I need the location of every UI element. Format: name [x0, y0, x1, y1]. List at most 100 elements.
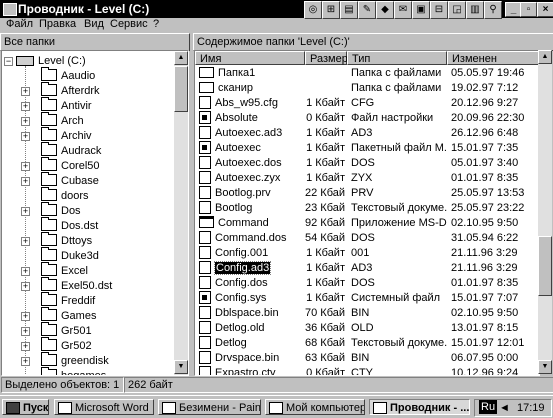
tree-item-label: Freddif: [61, 295, 96, 307]
folder-icon: [41, 322, 57, 337]
toolbar-icon-8[interactable]: ⊟: [430, 1, 448, 19]
file-row[interactable]: Autoexec 1 Кбайт Пакетный файл М... 15.01.9…: [195, 141, 539, 156]
taskbar-button-explorer[interactable]: Проводник - ...: [369, 399, 470, 415]
toolbar-icon-7[interactable]: ▣: [412, 1, 430, 19]
file-type: BIN: [351, 307, 370, 319]
tree-item-label: Afterdrk: [61, 85, 100, 97]
scrollbar-thumb[interactable]: [538, 236, 552, 296]
expand-toggle[interactable]: +: [21, 177, 30, 186]
expand-toggle[interactable]: +: [21, 327, 30, 336]
file-row[interactable]: сканир Папка с файлами 19.02.97 7:12: [195, 81, 539, 96]
tree-item[interactable]: Dos.dst: [41, 217, 98, 234]
tree-item[interactable]: + Cubase: [21, 172, 99, 189]
tree-root-drive[interactable]: − Level (C:): [4, 54, 86, 69]
file-row[interactable]: Папка1 Папка с файлами 05.05.97 19:46: [195, 66, 539, 81]
file-row[interactable]: Autoexec.zyx 1 Кбайт ZYX 01.01.97 8:35: [195, 171, 539, 186]
column-header-size[interactable]: Размер: [305, 51, 348, 65]
scroll-up-button[interactable]: ▲: [538, 50, 552, 64]
file-row[interactable]: Detlog.old 36 Кбайт OLD 13.01.97 8:15: [195, 321, 539, 336]
expand-toggle[interactable]: +: [21, 267, 30, 276]
scroll-down-button[interactable]: ▼: [174, 360, 188, 374]
expand-toggle[interactable]: +: [21, 87, 30, 96]
file-row[interactable]: Config.ad3 1 Кбайт AD3 21.11.96 3:29: [195, 261, 539, 276]
expand-toggle[interactable]: +: [21, 102, 30, 111]
expand-toggle[interactable]: +: [21, 357, 30, 366]
tree-item[interactable]: hegames: [41, 367, 106, 375]
expand-toggle[interactable]: +: [21, 342, 30, 351]
column-header-modified[interactable]: Изменен: [447, 51, 539, 65]
file-row[interactable]: Bootlog 23 Кбайт Текстовый докуме... 25.05.…: [195, 201, 539, 216]
tree-scrollbar[interactable]: ▲ ▼: [174, 51, 188, 375]
menu-tools[interactable]: Сервис: [110, 18, 148, 30]
tree-item[interactable]: + Afterdrk: [21, 82, 100, 99]
menu-view[interactable]: Вид: [84, 18, 104, 30]
scroll-down-button[interactable]: ▼: [538, 360, 552, 374]
search-icon[interactable]: ⚲: [484, 1, 502, 19]
expand-toggle[interactable]: +: [21, 132, 30, 141]
taskbar-button-my-computer[interactable]: Мой компьютер: [265, 399, 365, 415]
file-row[interactable]: Autoexec.ad3 1 Кбайт AD3 26.12.96 6:48: [195, 126, 539, 141]
tree-item[interactable]: + greendisk: [21, 352, 109, 369]
tree-item[interactable]: Audrack: [41, 142, 101, 159]
toolbar-icon-1[interactable]: ◎: [304, 1, 322, 19]
tree-item[interactable]: + Games: [21, 307, 96, 324]
tree-item-label: Level (C:): [38, 55, 86, 67]
tree-item[interactable]: + Exel50.dst: [21, 277, 112, 294]
volume-icon[interactable]: ◄: [499, 400, 510, 416]
expand-toggle[interactable]: +: [21, 237, 30, 246]
language-indicator[interactable]: Ru: [479, 400, 498, 414]
toolbar-icon-2[interactable]: ⊞: [322, 1, 340, 19]
file-row[interactable]: Abs_w95.cfg 1 Кбайт CFG 20.12.96 9:27: [195, 96, 539, 111]
scrollbar-thumb[interactable]: [174, 66, 188, 112]
file-row[interactable]: Bootlog.prv 22 Кбайт PRV 25.05.97 13:53: [195, 186, 539, 201]
clock[interactable]: 17:19: [517, 400, 545, 416]
expand-toggle[interactable]: +: [21, 207, 30, 216]
title-bar[interactable]: Проводник - Level (C:) ◎ ⊞ ▤ ✎ ◆ ✉ ▣ ⊟ ◲…: [0, 0, 553, 19]
start-button[interactable]: Пуск: [2, 399, 49, 415]
maximize-button[interactable]: ▫: [520, 2, 537, 17]
taskbar-button-word[interactable]: Microsoft Word: [54, 399, 154, 415]
file-row[interactable]: Expastro.cty 0 Кбайт CTY 10.12.96 9:24: [195, 366, 539, 375]
toolbar-icon-10[interactable]: ▥: [466, 1, 484, 19]
column-header-name[interactable]: Имя: [195, 51, 305, 65]
tree-item[interactable]: Duke3d: [41, 247, 99, 264]
expand-toggle[interactable]: +: [21, 117, 30, 126]
menu-help[interactable]: ?: [153, 18, 159, 30]
tree-item[interactable]: Freddif: [41, 292, 96, 309]
explorer-icon: [373, 402, 387, 414]
file-row[interactable]: Detlog 68 Кбайт Текстовый докуме... 15.01.9…: [195, 336, 539, 351]
file-type: CFG: [351, 97, 375, 109]
file-row[interactable]: Config.001 1 Кбайт 001 21.11.96 3:29: [195, 246, 539, 261]
menu-edit[interactable]: Правка: [39, 18, 76, 30]
close-button[interactable]: ×: [537, 2, 553, 17]
expand-toggle[interactable]: +: [21, 312, 30, 321]
collapse-toggle[interactable]: −: [4, 57, 13, 66]
toolbar-icon-9[interactable]: ◲: [448, 1, 466, 19]
file-row[interactable]: Config.sys 1 Кбайт Системный файл 15.01.97 …: [195, 291, 539, 306]
file-size: 1 Кбайт: [306, 97, 345, 109]
toolbar-icon-3[interactable]: ▤: [340, 1, 358, 19]
file-row[interactable]: Command 92 Кбайт Приложение MS-D... 02.10.9…: [195, 216, 539, 231]
toolbar-icon-4[interactable]: ✎: [358, 1, 376, 19]
file-row[interactable]: Drvspace.bin 63 Кбайт BIN 06.07.95 0:00: [195, 351, 539, 366]
tree-item[interactable]: Aaudio: [41, 67, 95, 84]
file-row[interactable]: Command.dos 54 Кбайт DOS 31.05.94 6:22: [195, 231, 539, 246]
scroll-up-button[interactable]: ▲: [174, 51, 188, 65]
file-row[interactable]: Config.dos 1 Кбайт DOS 01.01.97 8:35: [195, 276, 539, 291]
tree-item[interactable]: + Corel50: [21, 157, 100, 174]
file-row[interactable]: Absolute 0 Кбайт Файл настройки 20.09.96 22…: [195, 111, 539, 126]
list-scrollbar[interactable]: ▲ ▼: [538, 50, 552, 374]
column-header-type[interactable]: Тип: [347, 51, 447, 65]
toolbar-icon-6[interactable]: ✉: [394, 1, 412, 19]
file-row[interactable]: Autoexec.dos 1 Кбайт DOS 05.01.97 3:40: [195, 156, 539, 171]
menu-file[interactable]: Файл: [6, 18, 33, 30]
file-list[interactable]: Имя Размер Тип Изменен Папка1 Папка с фай…: [194, 50, 540, 376]
expand-toggle[interactable]: +: [21, 162, 30, 171]
file-modified: 05.05.97 19:46: [451, 67, 525, 79]
folder-tree[interactable]: − Level (C:) Aaudio + Afterdrk + Antivir + Arc…: [1, 50, 189, 376]
taskbar-button-paint[interactable]: Безимени - Paint: [158, 399, 261, 415]
expand-toggle[interactable]: +: [21, 282, 30, 291]
app-icon[interactable]: [3, 3, 17, 16]
toolbar-icon-5[interactable]: ◆: [376, 1, 394, 19]
file-row[interactable]: Dblspace.bin 70 Кбайт BIN 02.10.95 9:50: [195, 306, 539, 321]
